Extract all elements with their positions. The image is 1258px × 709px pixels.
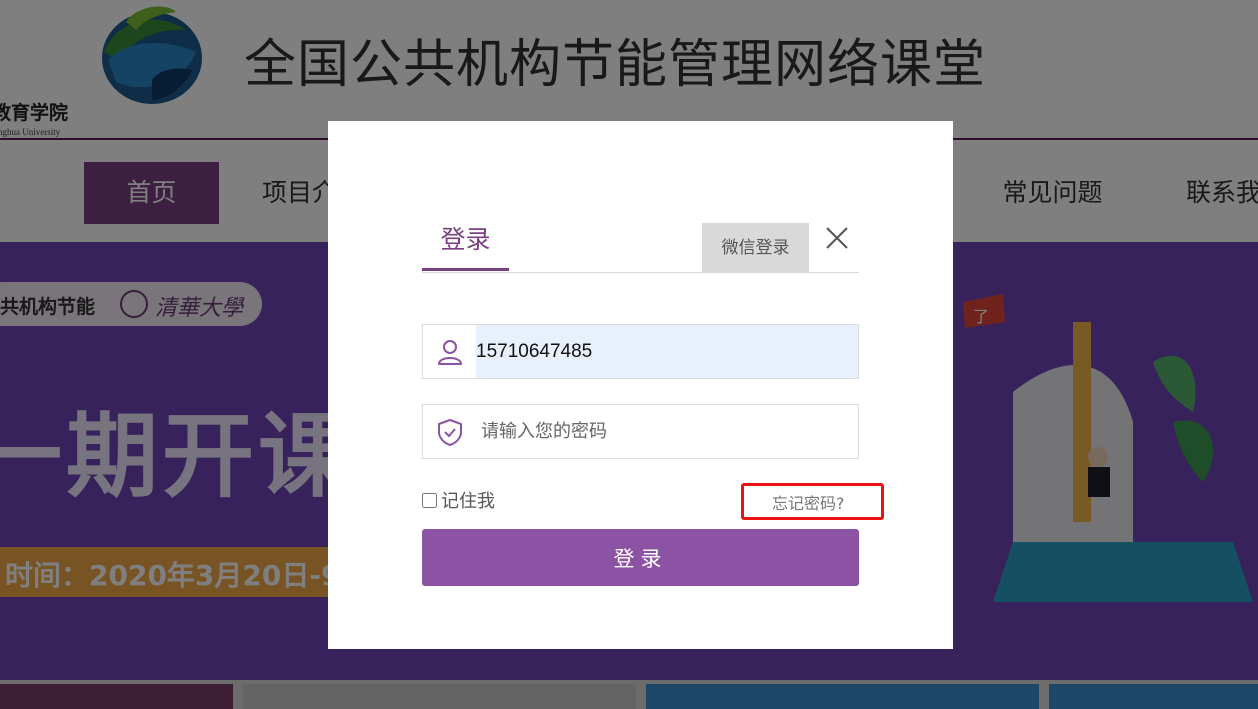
login-modal: 登录 微信登录 记住我 忘记密码? 登录: [328, 121, 953, 649]
wechat-login-button[interactable]: 微信登录: [702, 223, 809, 273]
remember-me[interactable]: 记住我: [422, 487, 495, 513]
tab-login[interactable]: 登录: [422, 221, 509, 271]
remember-label: 记住我: [441, 491, 495, 512]
username-field: [422, 324, 859, 379]
remember-checkbox[interactable]: [422, 492, 437, 508]
forgot-password-link[interactable]: 忘记密码?: [772, 490, 845, 514]
login-submit-button[interactable]: 登录: [422, 529, 859, 586]
shield-check-icon: [438, 419, 462, 446]
password-input[interactable]: [481, 405, 858, 458]
user-icon: [438, 340, 462, 365]
close-icon[interactable]: [824, 225, 850, 251]
password-field: [422, 404, 859, 459]
username-input[interactable]: [476, 325, 858, 378]
